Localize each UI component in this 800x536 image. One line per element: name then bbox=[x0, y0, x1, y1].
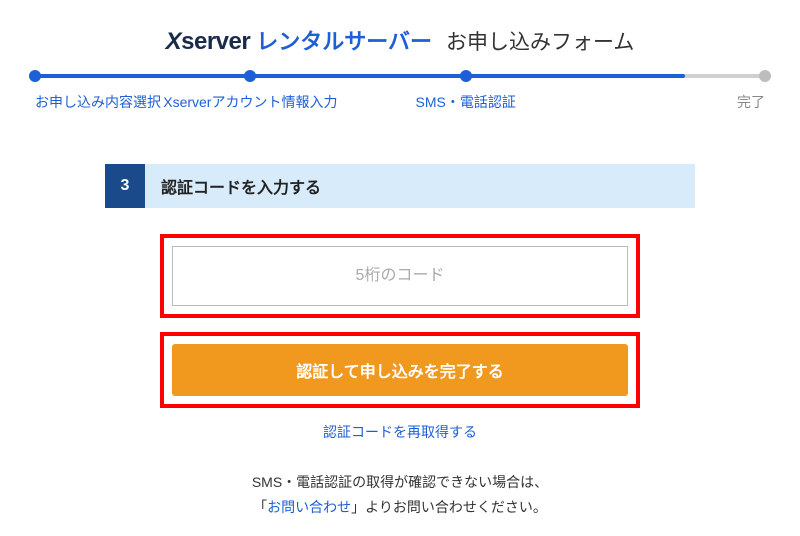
code-input-highlight bbox=[160, 234, 640, 318]
progress-dot-4 bbox=[759, 70, 771, 82]
section-header: 3 認証コードを入力する bbox=[105, 164, 695, 208]
submit-highlight: 認証して申し込みを完了する bbox=[160, 332, 640, 408]
verification-code-input[interactable] bbox=[172, 246, 628, 306]
section-title: 認証コードを入力する bbox=[145, 164, 695, 208]
page-header: Xserver レンタルサーバー お申し込みフォーム bbox=[0, 0, 800, 74]
brand-subtitle: レンタルサーバー bbox=[256, 24, 432, 56]
contact-link[interactable]: お問い合わせ bbox=[267, 499, 351, 515]
retry-code-link[interactable]: 認証コードを再取得する bbox=[160, 422, 640, 442]
help-note: SMS・電話認証の取得が確認できない場合は、 「お問い合わせ」よりお問い合わせく… bbox=[0, 470, 800, 520]
brand-logo: Xserver bbox=[166, 28, 251, 56]
note-line-2: 「お問い合わせ」よりお問い合わせください。 bbox=[0, 495, 800, 520]
page-title: お申し込みフォーム bbox=[446, 26, 634, 56]
submit-button[interactable]: 認証して申し込みを完了する bbox=[172, 344, 628, 396]
section-number: 3 bbox=[105, 164, 145, 208]
progress-label-4: 完了 bbox=[737, 92, 765, 112]
progress-dot-3 bbox=[460, 70, 472, 82]
progress-fill bbox=[35, 74, 685, 78]
progress-dot-2 bbox=[244, 70, 256, 82]
logo-row: Xserver レンタルサーバー お申し込みフォーム bbox=[166, 24, 635, 56]
progress-label-3: SMS・電話認証 bbox=[416, 92, 516, 112]
progress-label-2: Xserverアカウント情報入力 bbox=[163, 92, 337, 112]
progress-dot-1 bbox=[29, 70, 41, 82]
progress-label-1: お申し込み内容選択 bbox=[35, 92, 161, 112]
note-line-1: SMS・電話認証の取得が確認できない場合は、 bbox=[0, 470, 800, 495]
progress-bar: お申し込み内容選択 Xserverアカウント情報入力 SMS・電話認証 完了 bbox=[35, 74, 765, 78]
progress-track bbox=[35, 74, 765, 78]
